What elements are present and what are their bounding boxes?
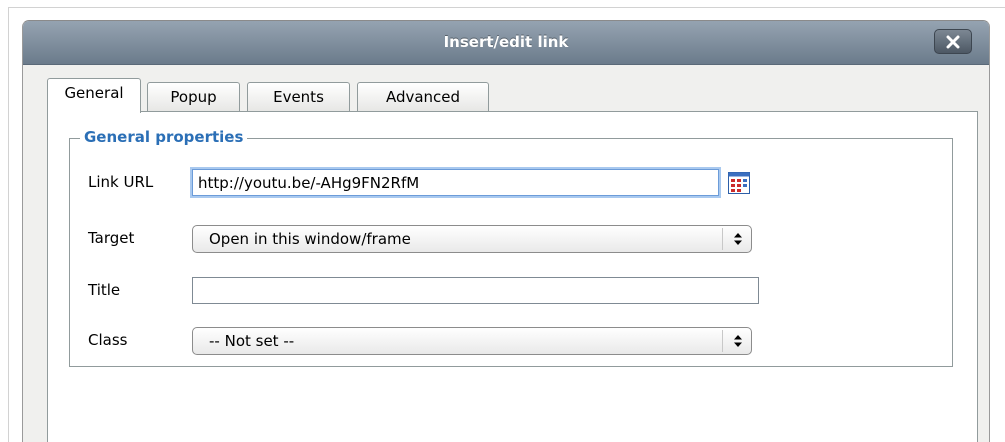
- target-label: Target: [88, 229, 135, 247]
- general-properties-fieldset: General properties Link URL http://youtu…: [69, 128, 953, 367]
- dialog-titlebar[interactable]: Insert/edit link: [23, 21, 989, 65]
- close-button[interactable]: [934, 29, 972, 54]
- tab-advanced[interactable]: Advanced: [357, 82, 489, 112]
- link-url-label: Link URL: [88, 173, 154, 191]
- link-url-input[interactable]: [192, 169, 719, 196]
- up-down-arrows-icon: [734, 233, 742, 245]
- close-x-icon: [946, 35, 960, 48]
- select-divider: [722, 330, 723, 352]
- general-properties-legend: General properties: [80, 128, 248, 146]
- class-select[interactable]: -- Not set --: [192, 327, 752, 355]
- screen: Insert/edit link General Popup Events Ad…: [0, 0, 1005, 442]
- insert-edit-link-dialog: Insert/edit link General Popup Events Ad…: [22, 20, 990, 442]
- target-selected-value: Open in this window/frame: [209, 230, 411, 248]
- class-selected-value: -- Not set --: [209, 332, 295, 350]
- frame-border-left: [8, 7, 9, 442]
- general-tab-panel: General properties Link URL http://youtu…: [47, 111, 978, 442]
- tab-popup[interactable]: Popup: [147, 82, 240, 112]
- tab-events[interactable]: Events: [247, 82, 350, 112]
- class-label: Class: [88, 331, 128, 349]
- frame-border-top: [8, 7, 1005, 8]
- calendar-grid-icon: [728, 172, 750, 194]
- title-label: Title: [88, 281, 121, 299]
- target-select[interactable]: Open in this window/frame: [192, 225, 752, 253]
- title-input[interactable]: [192, 277, 759, 304]
- select-divider: [722, 228, 723, 250]
- dialog-title: Insert/edit link: [443, 33, 569, 51]
- tab-general[interactable]: General: [47, 78, 141, 113]
- link-list-picker-icon[interactable]: [728, 172, 750, 194]
- up-down-arrows-icon: [734, 335, 742, 347]
